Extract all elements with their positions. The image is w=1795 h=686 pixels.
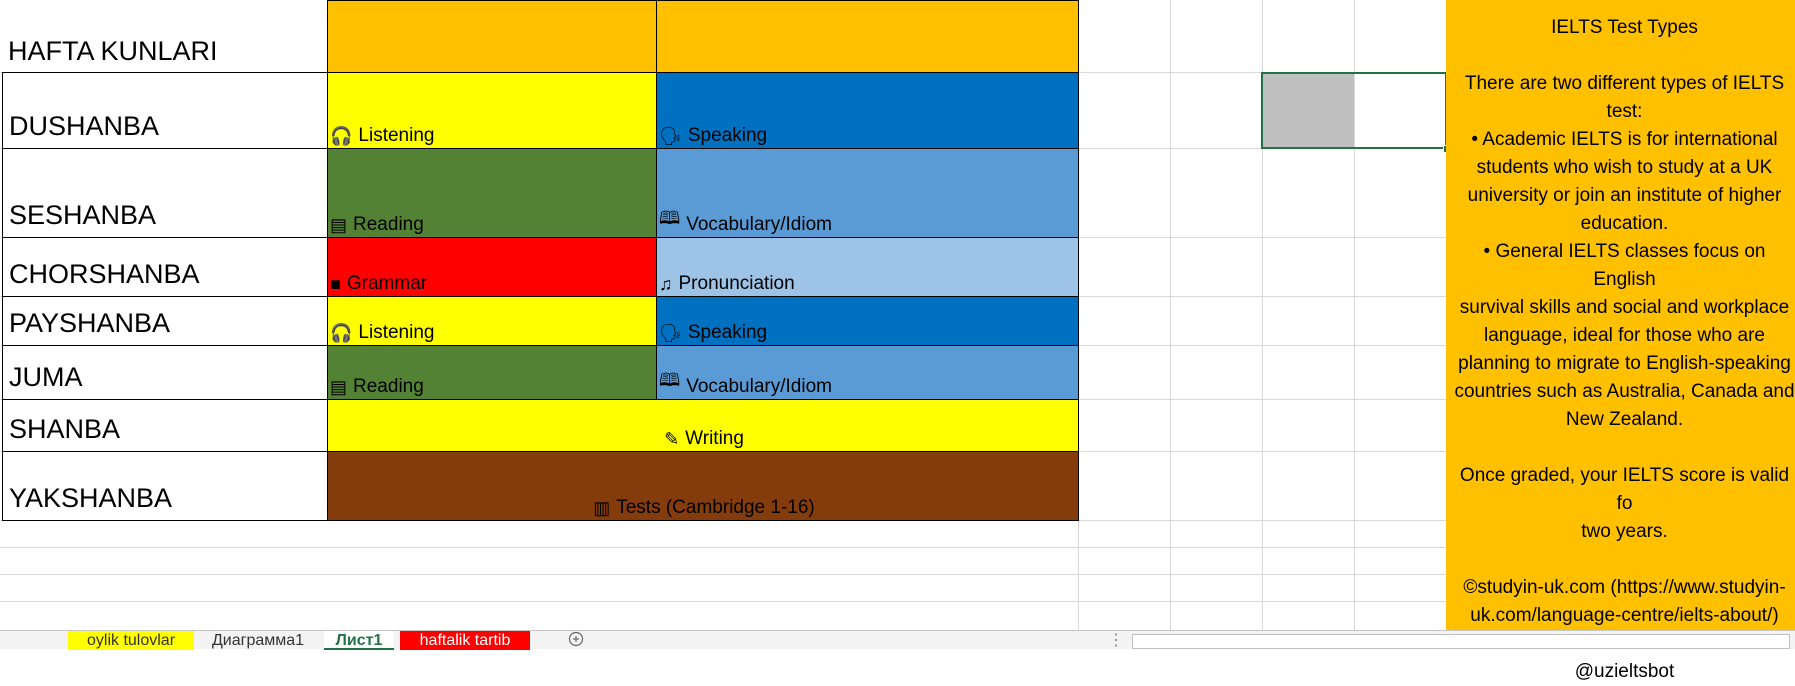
day-label: JUMA xyxy=(9,362,83,392)
activity-label: Vocabulary/Idiom xyxy=(686,376,832,397)
activity-label: Vocabulary/Idiom xyxy=(686,214,832,235)
sheet-tab-active[interactable]: Лист1 xyxy=(324,631,394,650)
day-cell-chorshanba[interactable]: CHORSHANBA xyxy=(2,237,328,297)
tests-icon: ▥ xyxy=(593,498,611,518)
activity-label: Listening xyxy=(358,322,435,343)
activity-cell-merged[interactable]: ▥ Tests (Cambridge 1-16) xyxy=(327,451,1079,521)
info-text: • Academic IELTS is for international xyxy=(1471,129,1778,150)
activity-cell-merged[interactable]: ✎ Writing xyxy=(327,399,1079,452)
info-title: IELTS Test Types xyxy=(1551,17,1698,38)
book-icon: 🕮 xyxy=(659,208,681,228)
day-cell-seshanba[interactable]: SESHANBA xyxy=(2,148,328,238)
activity-label: Writing xyxy=(685,428,744,449)
activity-label: Speaking xyxy=(687,125,768,146)
activity-cell[interactable]: 🕮 Vocabulary/Idiom xyxy=(656,345,1079,400)
document-icon: ▤ xyxy=(330,215,348,235)
horizontal-scrollbar[interactable] xyxy=(1132,634,1790,649)
ielts-info-box: IELTS Test Types There are two different… xyxy=(1446,0,1795,682)
info-text: uk.com/language-centre/ielts-about/) xyxy=(1470,605,1779,626)
activity-cell[interactable]: 🕮 Vocabulary/Idiom xyxy=(656,148,1079,238)
info-text: New Zealand. xyxy=(1565,409,1684,430)
cell-selection[interactable] xyxy=(1261,72,1447,149)
tab-bar-options-icon[interactable]: ⋮ xyxy=(1108,631,1120,650)
activity-label: Reading xyxy=(353,214,424,235)
info-text: education. xyxy=(1580,213,1669,234)
activity-label: Reading xyxy=(353,376,424,397)
sheet-tab[interactable]: haftalik tartib xyxy=(400,631,530,650)
info-text: Once graded, your IELTS score is valid f… xyxy=(1459,465,1790,514)
info-text: students who wish to study at a UK xyxy=(1476,157,1773,178)
plus-circle-icon xyxy=(568,631,584,647)
add-sheet-button[interactable] xyxy=(565,631,587,650)
day-label: YAKSHANBA xyxy=(9,483,173,513)
gridline xyxy=(0,547,1446,548)
writing-icon: ✎ xyxy=(664,429,680,449)
activity-cell[interactable]: ▤ Reading xyxy=(327,345,657,400)
info-text: • General IELTS classes focus on English xyxy=(1483,241,1766,290)
activity-label: Pronunciation xyxy=(678,273,795,294)
info-text: language, ideal for those who are xyxy=(1484,325,1765,346)
day-cell-shanba[interactable]: SHANBA xyxy=(2,399,328,452)
info-handle: @uzieltsbot xyxy=(1574,661,1675,682)
activity-cell[interactable]: 🎧 Listening xyxy=(327,296,657,346)
day-label: SHANBA xyxy=(9,414,121,444)
sheet-tabs-bar: oylik tulovlar Диаграмма1 Лист1 haftalik… xyxy=(0,630,1795,650)
sheet-tab[interactable]: Диаграмма1 xyxy=(200,631,316,650)
day-cell-dushanba[interactable]: DUSHANBA xyxy=(2,72,328,149)
header-label: HAFTA KUNLARI xyxy=(8,36,218,66)
day-label: DUSHANBA xyxy=(9,111,160,141)
info-text: There are two different types of IELTS xyxy=(1464,73,1785,94)
activity-cell[interactable]: ▤ Reading xyxy=(327,148,657,238)
music-notes-icon: ♫ xyxy=(659,274,673,294)
info-text: two years. xyxy=(1581,521,1668,542)
sheet-tab[interactable]: oylik tulovlar xyxy=(68,631,194,650)
info-text: planning to migrate to English-speaking xyxy=(1458,353,1791,374)
activity-label: Listening xyxy=(358,125,435,146)
activity-cell[interactable]: 🗣 Speaking xyxy=(656,296,1079,346)
document-icon: ▤ xyxy=(330,377,348,397)
activity-cell[interactable]: ■ Grammar xyxy=(327,237,657,297)
activity-label: Tests (Cambridge 1-16) xyxy=(616,497,815,518)
day-label: SESHANBA xyxy=(9,200,157,230)
activity-cell[interactable]: 🎧 Listening xyxy=(327,72,657,149)
info-text: ©studyin-uk.com (https://www.studyin- xyxy=(1463,577,1786,598)
day-cell-yakshanba[interactable]: YAKSHANBA xyxy=(2,451,328,521)
info-text: survival skills and social and workplace xyxy=(1459,297,1790,318)
activity-cell[interactable]: ♫ Pronunciation xyxy=(656,237,1079,297)
book-icon: 🕮 xyxy=(659,370,681,390)
speaking-head-icon: 🗣 xyxy=(659,126,682,146)
grammar-icon: ■ xyxy=(330,274,341,294)
speaking-head-icon: 🗣 xyxy=(659,323,682,343)
activity-label: Speaking xyxy=(687,322,768,343)
headphones-icon: 🎧 xyxy=(330,323,353,343)
activity-label: Grammar xyxy=(346,273,428,294)
header-cell-1[interactable] xyxy=(327,0,657,73)
info-text: test: xyxy=(1606,101,1643,122)
day-label: CHORSHANBA xyxy=(9,259,200,289)
header-cell-2[interactable] xyxy=(656,0,1079,73)
gridline xyxy=(0,601,1446,602)
headphones-icon: 🎧 xyxy=(330,126,353,146)
activity-cell[interactable]: 🗣 Speaking xyxy=(656,72,1079,149)
day-cell-juma[interactable]: JUMA xyxy=(2,345,328,400)
day-label: PAYSHANBA xyxy=(9,308,171,338)
day-cell-payshanba[interactable]: PAYSHANBA xyxy=(2,296,328,346)
gridline xyxy=(1170,0,1171,630)
info-text: countries such as Australia, Canada and xyxy=(1454,381,1795,402)
gridline xyxy=(0,574,1446,575)
info-text: university or join an institute of highe… xyxy=(1467,185,1782,206)
header-cell-days[interactable]: HAFTA KUNLARI xyxy=(2,0,328,73)
